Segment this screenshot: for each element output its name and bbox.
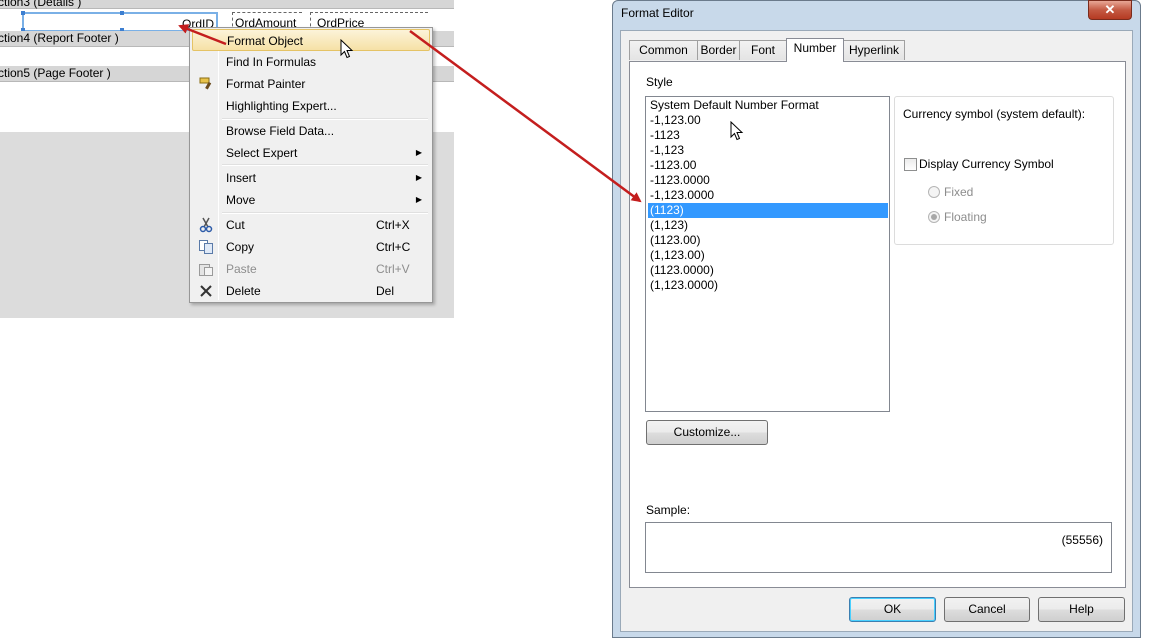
menu-item-find-in-formulas[interactable]: Find In Formulas <box>192 51 430 73</box>
cancel-button[interactable]: Cancel <box>944 597 1030 622</box>
format-painter-icon <box>198 76 214 92</box>
close-button[interactable]: ✕ <box>1088 0 1132 20</box>
tab-hyperlink[interactable]: Hyperlink <box>843 40 905 60</box>
section-label: ction5 (Page Footer ) <box>0 66 111 80</box>
menu-shortcut: Del <box>376 284 395 298</box>
menu-item-browse-field-data[interactable]: Browse Field Data... <box>192 120 430 142</box>
menu-shortcut: Ctrl+C <box>376 240 411 254</box>
cut-icon <box>198 217 214 233</box>
list-item[interactable]: -1,123.00 <box>648 113 888 128</box>
menu-item-move[interactable]: Move ▶ <box>192 189 430 211</box>
display-currency-label: Display Currency Symbol <box>919 157 1054 171</box>
tab-label: Font <box>750 43 775 57</box>
help-button[interactable]: Help <box>1038 597 1125 622</box>
radio-floating[interactable] <box>928 211 940 223</box>
context-menu: Format Object Find In Formulas Format Pa… <box>189 27 433 303</box>
menu-item-select-expert[interactable]: Select Expert ▶ <box>192 142 430 164</box>
tab-number[interactable]: Number <box>786 38 844 62</box>
style-label: Style <box>646 75 673 89</box>
resize-handle[interactable] <box>21 11 25 15</box>
close-icon: ✕ <box>1104 2 1116 17</box>
menu-shortcut: Ctrl+X <box>376 218 410 232</box>
section-label: ction3 (Details ) <box>0 0 82 9</box>
style-listbox[interactable]: System Default Number Format -1,123.00 -… <box>645 96 890 412</box>
menu-item-cut[interactable]: Cut Ctrl+X <box>192 214 430 236</box>
menu-item-label: Insert <box>226 171 257 185</box>
menu-item-copy[interactable]: Copy Ctrl+C <box>192 236 430 258</box>
menu-item-label: Highlighting Expert... <box>226 99 337 113</box>
radio-fixed[interactable] <box>928 186 940 198</box>
menu-item-label: Copy <box>226 240 255 254</box>
sample-label: Sample: <box>646 503 691 517</box>
display-currency-checkbox[interactable] <box>904 158 917 171</box>
tab-common[interactable]: Common <box>629 40 698 60</box>
radio-fixed-label: Fixed <box>944 185 974 199</box>
delete-icon <box>198 283 214 299</box>
menu-item-label: Format Object <box>227 34 304 48</box>
menu-item-format-painter[interactable]: Format Painter <box>192 73 430 95</box>
tab-label: Hyperlink <box>848 43 899 57</box>
mouse-cursor-icon <box>730 121 744 141</box>
menu-item-label: Paste <box>226 262 257 276</box>
button-label: Customize... <box>673 425 741 439</box>
menu-item-label: Delete <box>226 284 261 298</box>
radio-floating-label: Floating <box>944 210 987 224</box>
list-item[interactable]: (1,123.00) <box>648 248 888 263</box>
list-item-selected[interactable]: (1123) <box>648 203 888 218</box>
menu-item-highlighting-expert[interactable]: Highlighting Expert... <box>192 95 430 117</box>
menu-separator <box>222 164 428 166</box>
tab-font[interactable]: Font <box>739 40 787 60</box>
sample-value: (55556) <box>1061 533 1103 547</box>
button-label: Cancel <box>968 602 1006 616</box>
list-item[interactable]: -1123.0000 <box>648 173 888 188</box>
menu-item-label: Browse Field Data... <box>226 124 335 138</box>
format-editor-dialog: Format Editor ✕ Common Border Font Numbe… <box>612 0 1141 638</box>
section-label: ction4 (Report Footer ) <box>0 31 119 45</box>
paste-icon <box>198 261 214 277</box>
section-bar-details[interactable]: ction3 (Details ) <box>0 0 454 9</box>
menu-item-delete[interactable]: Delete Del <box>192 280 430 302</box>
button-label: OK <box>883 602 902 616</box>
list-item[interactable]: (1123.00) <box>648 233 888 248</box>
submenu-arrow-icon: ▶ <box>415 195 422 204</box>
list-item[interactable]: (1,123) <box>648 218 888 233</box>
list-item[interactable]: -1,123.0000 <box>648 188 888 203</box>
list-item[interactable]: -1123 <box>648 128 888 143</box>
menu-item-label: Find In Formulas <box>226 55 317 69</box>
list-item[interactable]: (1,123.0000) <box>648 278 888 293</box>
menu-item-paste[interactable]: Paste Ctrl+V <box>192 258 430 280</box>
ok-button[interactable]: OK <box>849 597 936 622</box>
submenu-arrow-icon: ▶ <box>415 148 422 157</box>
dialog-body: Common Border Font Number Hyperlink Styl… <box>620 30 1133 632</box>
list-item[interactable]: -1,123 <box>648 143 888 158</box>
copy-icon <box>198 239 214 255</box>
menu-item-label: Cut <box>226 218 245 232</box>
menu-item-format-object[interactable]: Format Object <box>192 29 430 51</box>
menu-item-insert[interactable]: Insert ▶ <box>192 167 430 189</box>
mouse-cursor-icon <box>340 39 354 59</box>
menu-item-label: Format Painter <box>226 77 306 91</box>
resize-handle[interactable] <box>120 11 124 15</box>
list-item[interactable]: System Default Number Format <box>648 98 888 113</box>
sample-box: (55556) <box>645 522 1112 573</box>
currency-group: Currency symbol (system default): Displa… <box>894 96 1114 245</box>
menu-item-label: Move <box>226 193 256 207</box>
dialog-title: Format Editor <box>621 6 694 20</box>
customize-button[interactable]: Customize... <box>646 420 768 445</box>
tab-label: Number <box>793 41 837 55</box>
submenu-arrow-icon: ▶ <box>415 173 422 182</box>
tab-label: Common <box>639 43 688 57</box>
tab-label: Border <box>700 43 737 57</box>
list-item[interactable]: (1123.0000) <box>648 263 888 278</box>
menu-shortcut: Ctrl+V <box>376 262 410 276</box>
list-item[interactable]: -1123.00 <box>648 158 888 173</box>
number-tab-panel: Style System Default Number Format -1,12… <box>629 61 1126 588</box>
currency-symbol-label: Currency symbol (system default): <box>903 107 1086 121</box>
tab-border[interactable]: Border <box>697 40 740 60</box>
menu-item-label: Select Expert <box>226 146 298 160</box>
button-label: Help <box>1069 602 1094 616</box>
